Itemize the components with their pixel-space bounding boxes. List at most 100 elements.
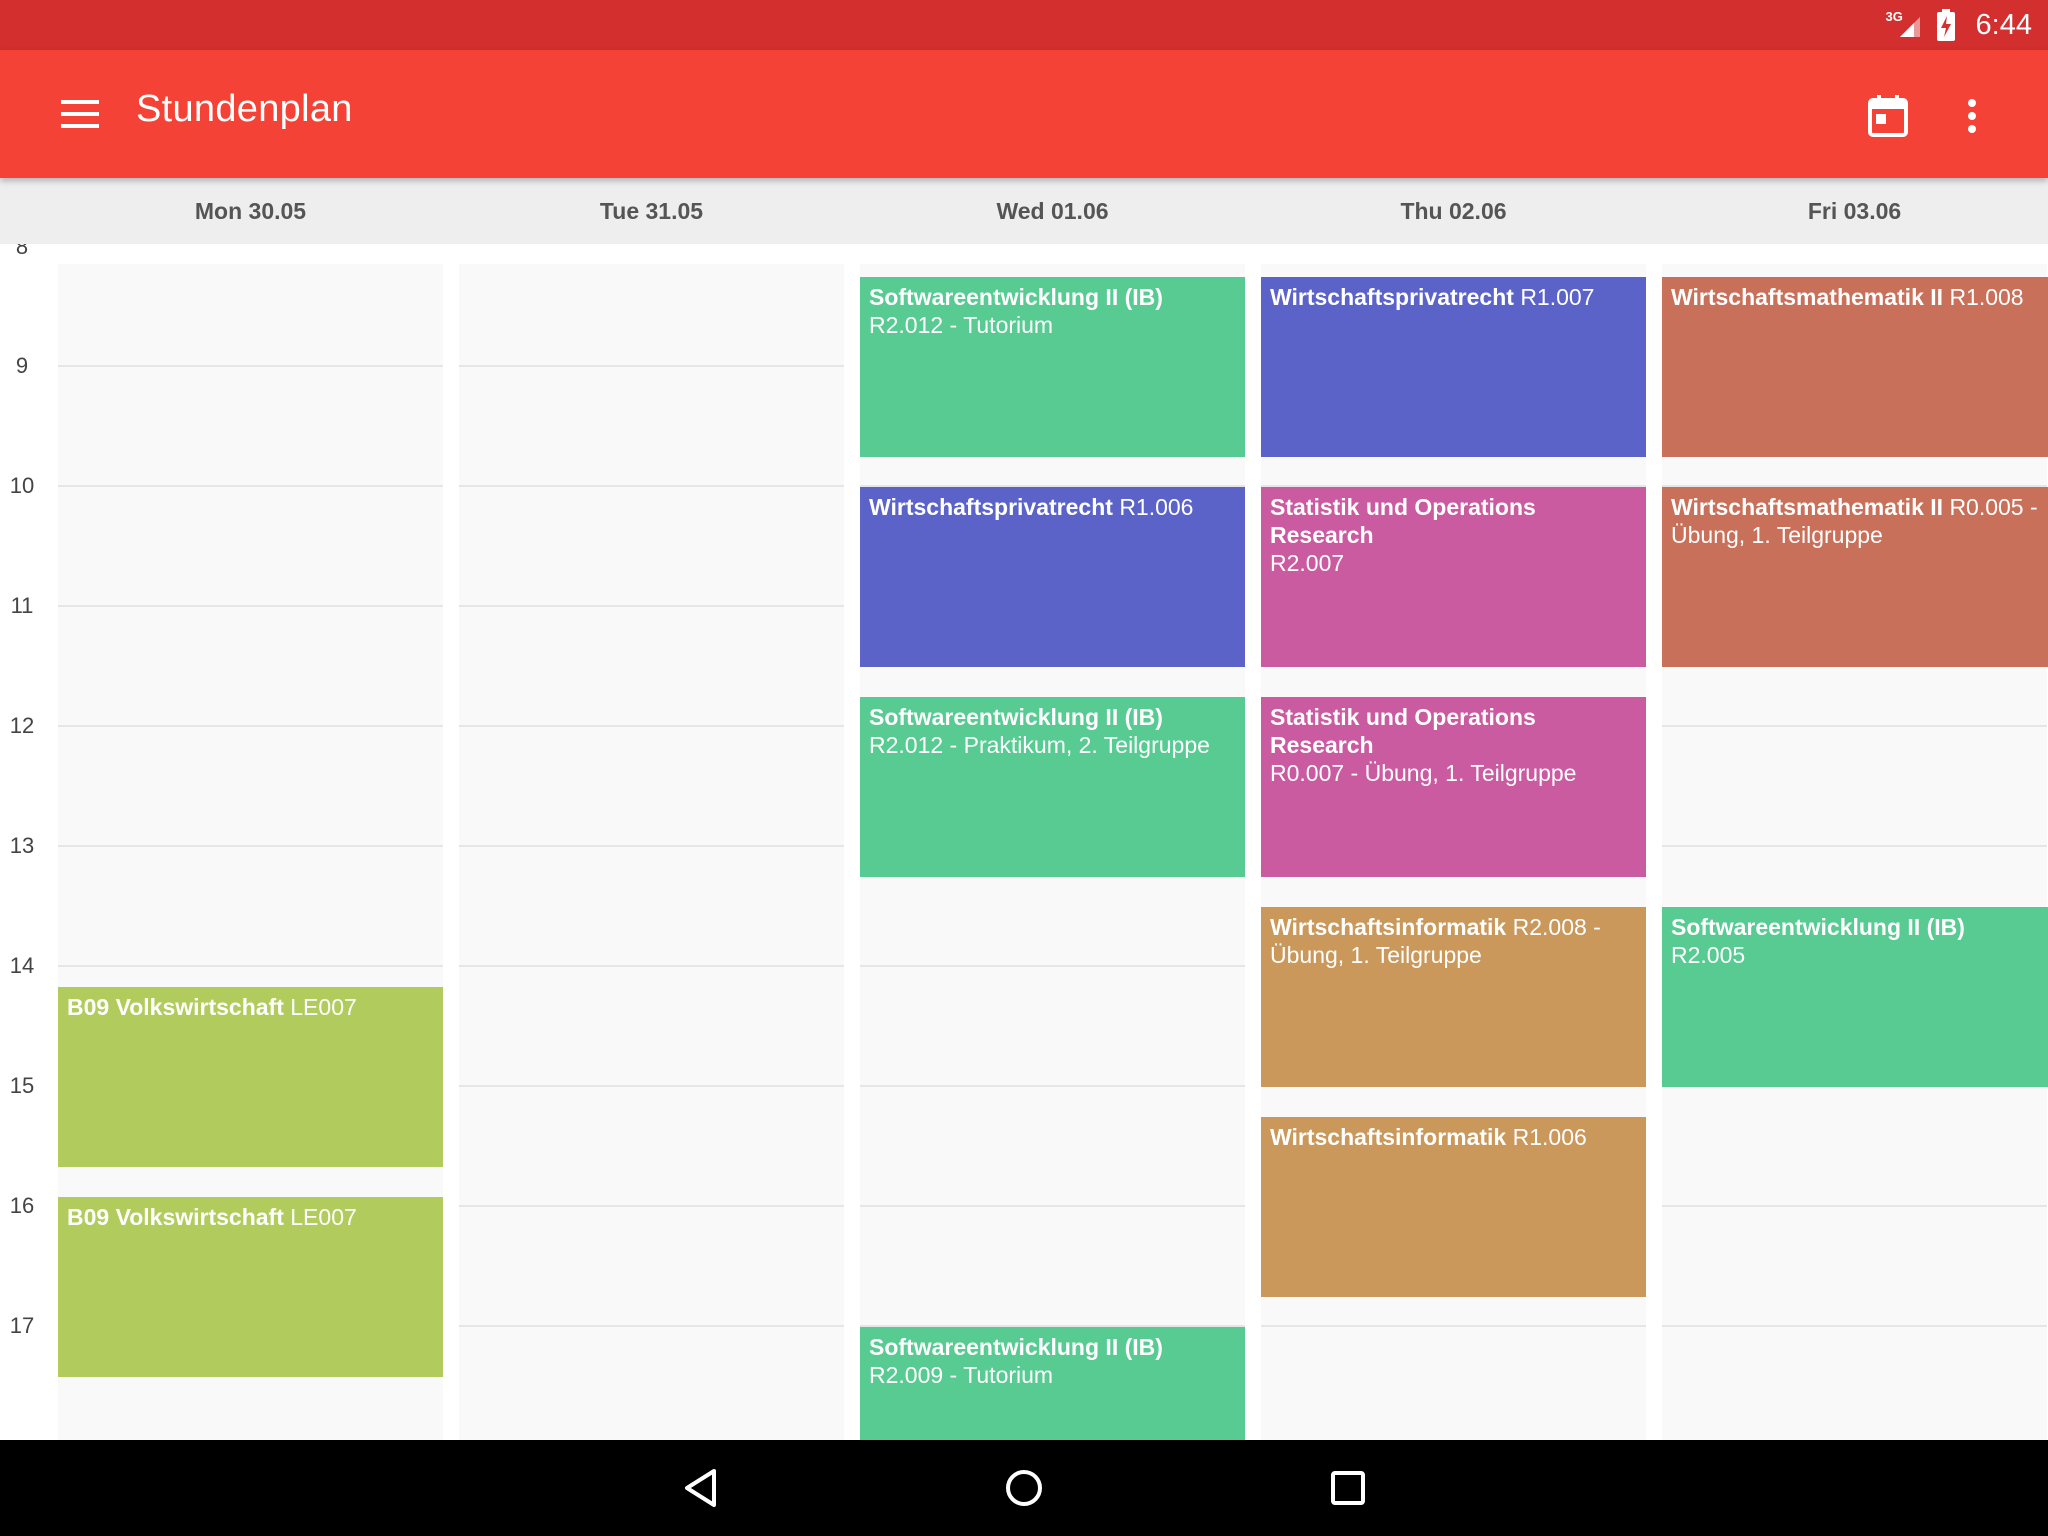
hour-line bbox=[58, 725, 443, 727]
hour-line bbox=[58, 485, 443, 487]
home-icon bbox=[1006, 1470, 1042, 1506]
event-course: Wirtschaftsmathematik II bbox=[1671, 494, 1944, 520]
hour-line bbox=[860, 1205, 1245, 1207]
more-options-button[interactable] bbox=[1948, 90, 1996, 142]
hour-line bbox=[58, 605, 443, 607]
menu-icon bbox=[61, 100, 99, 128]
event-course: Softwareentwicklung II (IB) bbox=[869, 1334, 1163, 1360]
day-header: Mon 30.05 Tue 31.05 Wed 01.06 Thu 02.06 … bbox=[0, 178, 2048, 244]
hour-label: 14 bbox=[9, 953, 35, 978]
event-card[interactable]: Statistik und Operations Research R2.007 bbox=[1261, 487, 1646, 667]
event-card[interactable]: Wirtschaftsinformatik R1.006 bbox=[1261, 1117, 1646, 1297]
event-card[interactable]: Wirtschaftsprivatrecht R1.006 bbox=[860, 487, 1245, 667]
day-header-thu[interactable]: Thu 02.06 bbox=[1261, 178, 1646, 244]
event-course: B09 Volkswirtschaft bbox=[67, 994, 284, 1020]
hour-line bbox=[1662, 1325, 2047, 1327]
home-button[interactable] bbox=[994, 1458, 1054, 1518]
event-course: Wirtschaftsmathematik II bbox=[1671, 284, 1944, 310]
event-course: Wirtschaftsprivatrecht bbox=[1270, 284, 1514, 310]
event-card[interactable]: B09 Volkswirtschaft LE007 bbox=[58, 987, 443, 1167]
day-header-tue[interactable]: Tue 31.05 bbox=[459, 178, 844, 244]
event-card[interactable]: Softwareentwicklung II (IB) R2.012 - Pra… bbox=[860, 697, 1245, 877]
hour-label: 9 bbox=[15, 353, 29, 378]
event-room: R2.005 bbox=[1671, 942, 1746, 968]
event-course: Statistik und Operations Research bbox=[1270, 494, 1536, 548]
hour-line bbox=[860, 1085, 1245, 1087]
event-room: R0.007 - Übung, 1. Teilgruppe bbox=[1270, 760, 1577, 786]
event-course: B09 Volkswirtschaft bbox=[67, 1204, 284, 1230]
event-course: Wirtschaftsprivatrecht bbox=[869, 494, 1113, 520]
event-course: Softwareentwicklung II (IB) bbox=[1671, 914, 1965, 940]
hour-line bbox=[58, 845, 443, 847]
event-card[interactable]: Wirtschaftsprivatrecht R1.007 bbox=[1261, 277, 1646, 457]
event-card[interactable]: Wirtschaftsmathematik II R0.005 - Übung,… bbox=[1662, 487, 2048, 667]
day-column-thu[interactable]: Wirtschaftsprivatrecht R1.007 Statistik … bbox=[1261, 264, 1646, 1440]
day-column-wed[interactable]: Softwareentwicklung II (IB) R2.012 - Tut… bbox=[860, 264, 1245, 1440]
event-room: R1.008 bbox=[1949, 284, 2024, 310]
battery-charging-icon bbox=[1936, 9, 1955, 41]
more-vert-icon bbox=[1968, 99, 1976, 133]
hour-label: 11 bbox=[10, 593, 34, 618]
app-bar: Stundenplan bbox=[0, 50, 2048, 178]
day-header-fri[interactable]: Fri 03.06 bbox=[1662, 178, 2047, 244]
hour-line bbox=[459, 365, 844, 367]
event-room: LE007 bbox=[290, 1204, 357, 1230]
recents-button[interactable] bbox=[1318, 1458, 1378, 1518]
timetable-grid[interactable]: 8 9 10 11 12 13 14 15 16 17 B09 Volkswir… bbox=[0, 244, 2048, 1440]
event-course: Wirtschaftsinformatik bbox=[1270, 914, 1507, 940]
day-column-mon[interactable]: B09 Volkswirtschaft LE007 B09 Volkswirts… bbox=[58, 264, 443, 1440]
page-title: Stundenplan bbox=[136, 88, 353, 130]
hour-line bbox=[58, 365, 443, 367]
hour-line bbox=[860, 965, 1245, 967]
event-room: R1.007 bbox=[1520, 284, 1595, 310]
event-room: R1.006 bbox=[1119, 494, 1194, 520]
event-room: LE007 bbox=[290, 994, 357, 1020]
hour-line bbox=[459, 1325, 844, 1327]
menu-button[interactable] bbox=[50, 90, 110, 138]
hour-line bbox=[1261, 1325, 1646, 1327]
day-column-tue[interactable] bbox=[459, 264, 844, 1440]
hour-line bbox=[1662, 725, 2047, 727]
event-card[interactable]: Statistik und Operations Research R0.007… bbox=[1261, 697, 1646, 877]
hour-label: 17 bbox=[9, 1313, 35, 1338]
event-card[interactable]: Wirtschaftsmathematik II R1.008 bbox=[1662, 277, 2048, 457]
event-course: Statistik und Operations Research bbox=[1270, 704, 1536, 758]
event-card[interactable]: Softwareentwicklung II (IB) R2.009 - Tut… bbox=[860, 1327, 1245, 1440]
cell-signal-icon bbox=[1899, 17, 1920, 37]
back-icon bbox=[685, 1469, 716, 1507]
hour-line bbox=[1662, 845, 2047, 847]
event-card[interactable]: Wirtschaftsinformatik R2.008 - Übung, 1.… bbox=[1261, 907, 1646, 1087]
event-room: R1.006 bbox=[1512, 1124, 1587, 1150]
event-card[interactable]: B09 Volkswirtschaft LE007 bbox=[58, 1197, 443, 1377]
calendar-today-icon bbox=[1868, 95, 1908, 137]
clock: 6:44 bbox=[1975, 8, 2032, 41]
hour-label: 12 bbox=[9, 713, 35, 738]
day-column-fri[interactable]: Wirtschaftsmathematik II R1.008 Wirtscha… bbox=[1662, 264, 2048, 1440]
recents-icon bbox=[1331, 1471, 1365, 1505]
hour-line bbox=[459, 605, 844, 607]
event-card[interactable]: Softwareentwicklung II (IB) R2.005 bbox=[1662, 907, 2048, 1087]
hour-line bbox=[1662, 1205, 2047, 1207]
hour-line bbox=[459, 725, 844, 727]
day-header-mon[interactable]: Mon 30.05 bbox=[58, 178, 443, 244]
status-icons: 3G 6:44 bbox=[1886, 0, 2032, 50]
event-course: Softwareentwicklung II (IB) bbox=[869, 284, 1163, 310]
event-room: R2.009 - Tutorium bbox=[869, 1362, 1054, 1388]
hour-label: 15 bbox=[9, 1073, 35, 1098]
hour-line bbox=[58, 965, 443, 967]
event-room: R2.007 bbox=[1270, 550, 1345, 576]
day-header-wed[interactable]: Wed 01.06 bbox=[860, 178, 1245, 244]
hour-line bbox=[459, 845, 844, 847]
hour-label: 8 bbox=[15, 244, 29, 259]
hour-line bbox=[459, 1085, 844, 1087]
hour-line bbox=[459, 965, 844, 967]
event-card[interactable]: Softwareentwicklung II (IB) R2.012 - Tut… bbox=[860, 277, 1245, 457]
hour-label: 10 bbox=[9, 473, 35, 498]
back-button[interactable] bbox=[670, 1458, 730, 1518]
hour-line bbox=[459, 1205, 844, 1207]
hour-label: 13 bbox=[9, 833, 35, 858]
system-nav-bar bbox=[0, 1440, 2048, 1536]
today-button[interactable] bbox=[1862, 90, 1914, 142]
status-bar: 3G 6:44 bbox=[0, 0, 2048, 50]
hour-line bbox=[459, 485, 844, 487]
